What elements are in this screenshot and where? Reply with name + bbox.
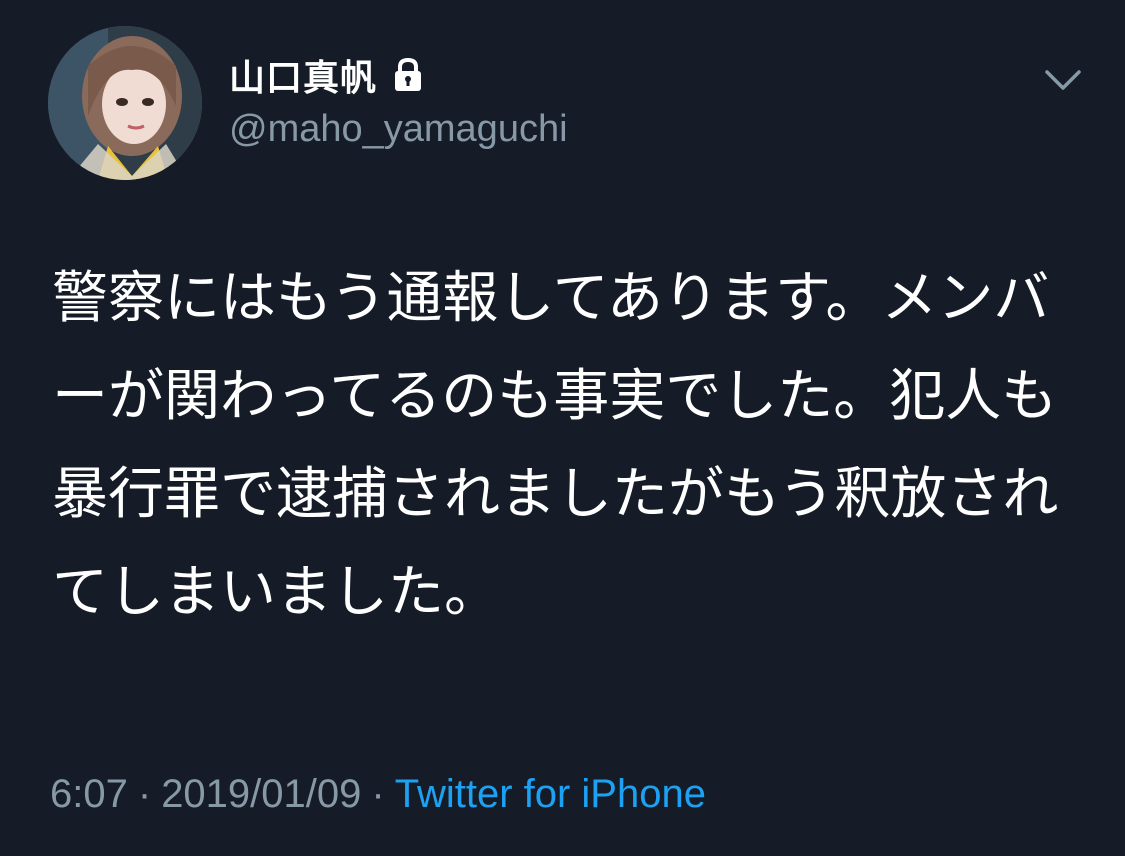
- avatar-image: [48, 26, 202, 180]
- tweet-source-link[interactable]: Twitter for iPhone: [395, 772, 706, 817]
- avatar[interactable]: [48, 26, 202, 180]
- tweet-text: 警察にはもう通報してあります。メンバーが関わってるのも事実でした。犯人も暴行罪で…: [52, 266, 1059, 625]
- lock-icon: [391, 57, 425, 93]
- chevron-down-icon[interactable]: [1044, 66, 1082, 96]
- meta-separator: ·: [137, 772, 152, 816]
- tweet: 山口真帆 @maho_yamaguchi 警察にはもう通報してあります。メンバー…: [0, 0, 1125, 856]
- tweet-metadata: 6:07 · 2019/01/09 · Twitter for iPhone: [50, 772, 706, 817]
- tweet-time[interactable]: 6:07: [50, 772, 128, 817]
- display-name-row: 山口真帆: [229, 50, 425, 100]
- user-handle[interactable]: @maho_yamaguchi: [229, 108, 568, 151]
- tweet-date[interactable]: 2019/01/09: [161, 772, 361, 817]
- meta-separator: ·: [371, 772, 385, 816]
- display-name[interactable]: 山口真帆: [229, 49, 377, 101]
